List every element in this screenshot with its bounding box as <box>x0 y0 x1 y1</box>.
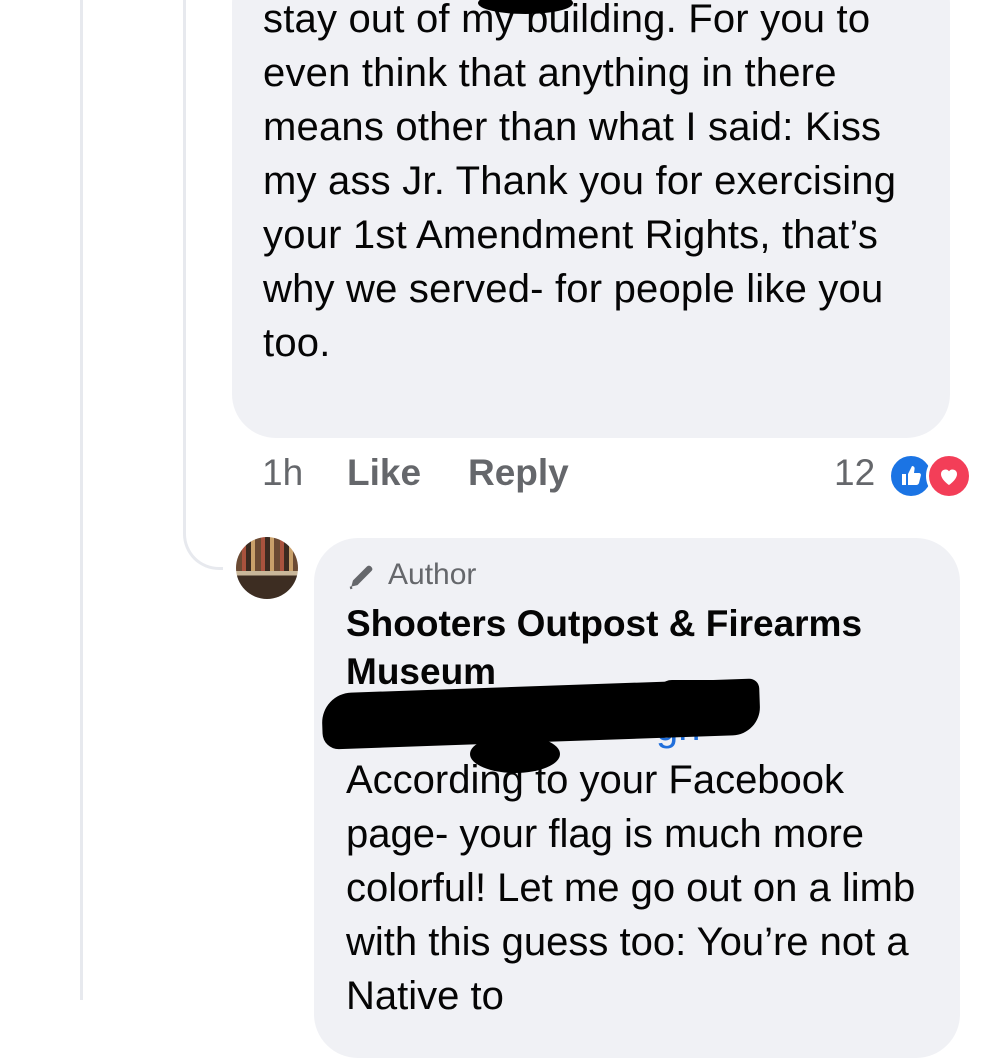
thread-line <box>80 0 83 1000</box>
reply-connector <box>183 500 223 570</box>
comment-text: stay out of my building. For you to even… <box>263 0 897 365</box>
like-button[interactable]: Like <box>347 452 421 494</box>
reaction-count[interactable]: 12 <box>834 452 875 494</box>
reply-text: According to your Facebook page- your fl… <box>346 758 916 1018</box>
pencil-icon <box>349 565 373 590</box>
avatar[interactable] <box>236 537 298 599</box>
heart-icon[interactable] <box>926 453 972 499</box>
reply-button[interactable]: Reply <box>468 452 569 494</box>
redaction-mark <box>470 735 560 773</box>
comment-timestamp[interactable]: 1h <box>262 452 303 494</box>
redaction-mark <box>656 680 752 734</box>
reply-thread-line <box>183 0 186 520</box>
comment-actions: 1h Like Reply 12 <box>262 452 982 504</box>
author-label: Author <box>388 558 477 591</box>
